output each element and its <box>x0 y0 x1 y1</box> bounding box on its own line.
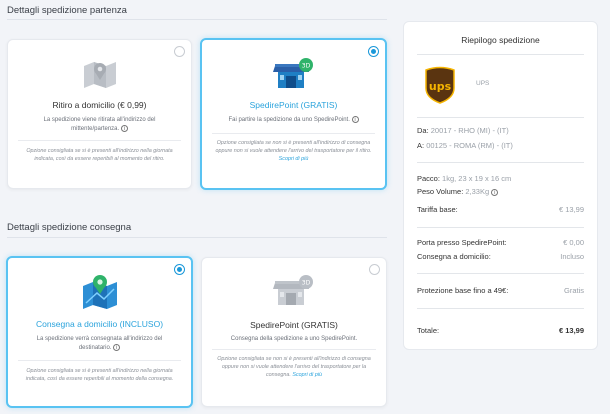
point-dropoff-row: Porta presso SpedirePoint: € 0,00 <box>417 238 584 247</box>
pickup-home-desc: La spedizione viene ritirata all'indiriz… <box>43 117 156 132</box>
home-delivery-value: Incluso <box>560 252 584 261</box>
map-pin-icon <box>81 57 119 89</box>
pickup-point-title: SpedirePoint (GRATIS) <box>249 100 338 110</box>
volume-weight-row: Peso Volume: 2,33Kg i <box>417 187 584 196</box>
card-divider <box>18 140 181 141</box>
pickup-point-radio[interactable] <box>368 46 379 57</box>
summary-title: Riepilogo spedizione <box>461 35 540 45</box>
origin-row: Da: 20017 - RHO (MI) - (IT) <box>417 126 509 135</box>
pickup-home-radio[interactable] <box>174 46 185 57</box>
info-icon[interactable]: i <box>491 188 499 196</box>
protection-row: Protezione base fino a 49€: Gratis <box>417 286 584 295</box>
shipment-summary-panel: Riepilogo spedizione ups UPS Da: 20017 -… <box>403 21 598 350</box>
home-delivery-row: Consegna a domicilio: Incluso <box>417 252 584 261</box>
destination-row: A: 00125 - ROMA (RM) - (IT) <box>417 141 513 150</box>
package-row: Pacco: 1kg, 23 x 19 x 16 cm <box>417 174 512 183</box>
pickup-home-option[interactable]: Ritiro a domicilio (€ 0,99) La spedizion… <box>7 39 192 189</box>
card-divider <box>212 349 376 350</box>
ups-logo: ups <box>424 66 456 104</box>
base-rate-value: € 13,99 <box>558 205 584 214</box>
summary-divider <box>417 227 584 228</box>
summary-divider <box>417 162 584 163</box>
pickup-point-option[interactable]: 3D SpedirePoint (GRATIS) Fai partire la … <box>200 38 387 190</box>
summary-divider <box>417 117 584 118</box>
home-delivery-desc: La spedizione verrà consegnata all'indir… <box>36 336 163 351</box>
point-dropoff-value: € 0,00 <box>563 238 584 247</box>
delivery-point-radio[interactable] <box>369 264 380 275</box>
svg-text:3D: 3D <box>301 63 310 70</box>
pickup-home-note: Opzione consigliata se si è presenti all… <box>26 148 173 162</box>
summary-divider <box>417 308 584 309</box>
summary-divider <box>417 273 584 274</box>
info-icon[interactable]: i <box>351 116 359 123</box>
learn-more-link[interactable]: Scopri di più <box>292 372 322 378</box>
map-pin-icon <box>80 273 120 309</box>
store-icon: 3D <box>272 275 316 307</box>
home-delivery-radio[interactable] <box>174 264 185 275</box>
card-divider <box>18 360 181 361</box>
carrier-name: UPS <box>476 80 490 87</box>
delivery-point-option[interactable]: 3D SpedirePoint (GRATIS) Consegna della … <box>201 257 387 407</box>
base-rate-row: Tariffa base: € 13,99 <box>417 205 584 214</box>
home-delivery-title: Consegna a domicilio (INCLUSO) <box>35 319 164 329</box>
summary-divider <box>417 54 584 55</box>
home-delivery-option[interactable]: Consegna a domicilio (INCLUSO) La spediz… <box>6 256 193 408</box>
home-delivery-note: Opzione consigliata se si è presenti all… <box>25 368 174 382</box>
pickup-home-title: Ritiro a domicilio (€ 0,99) <box>52 100 147 110</box>
learn-more-link[interactable]: Scopri di più <box>279 156 309 162</box>
protection-value: Gratis <box>563 286 584 295</box>
section-divider <box>7 19 387 20</box>
delivery-point-title: SpedirePoint (GRATIS) <box>250 320 338 330</box>
pickup-point-note: Opzione consigliata se non si è presenti… <box>215 140 372 162</box>
svg-text:ups: ups <box>429 80 452 93</box>
delivery-section-title: Dettagli spedizione consegna <box>7 222 132 233</box>
total-value: € 13,99 <box>558 326 584 335</box>
info-icon[interactable]: i <box>113 343 121 351</box>
departure-section-title: Dettagli spedizione partenza <box>7 5 127 16</box>
card-divider <box>212 133 375 134</box>
pickup-point-desc: Fai partire la spedizione da uno Spedire… <box>214 116 373 125</box>
total-row: Totale: € 13,99 <box>417 326 584 335</box>
svg-text:3D: 3D <box>302 280 311 287</box>
delivery-point-desc: Consegna della spedizione a uno SpedireP… <box>230 336 358 342</box>
section-divider <box>7 237 387 238</box>
store-icon: 3D <box>272 58 316 90</box>
delivery-point-note: Opzione consigliata se non si è presenti… <box>217 356 371 378</box>
info-icon[interactable]: i <box>120 124 128 132</box>
